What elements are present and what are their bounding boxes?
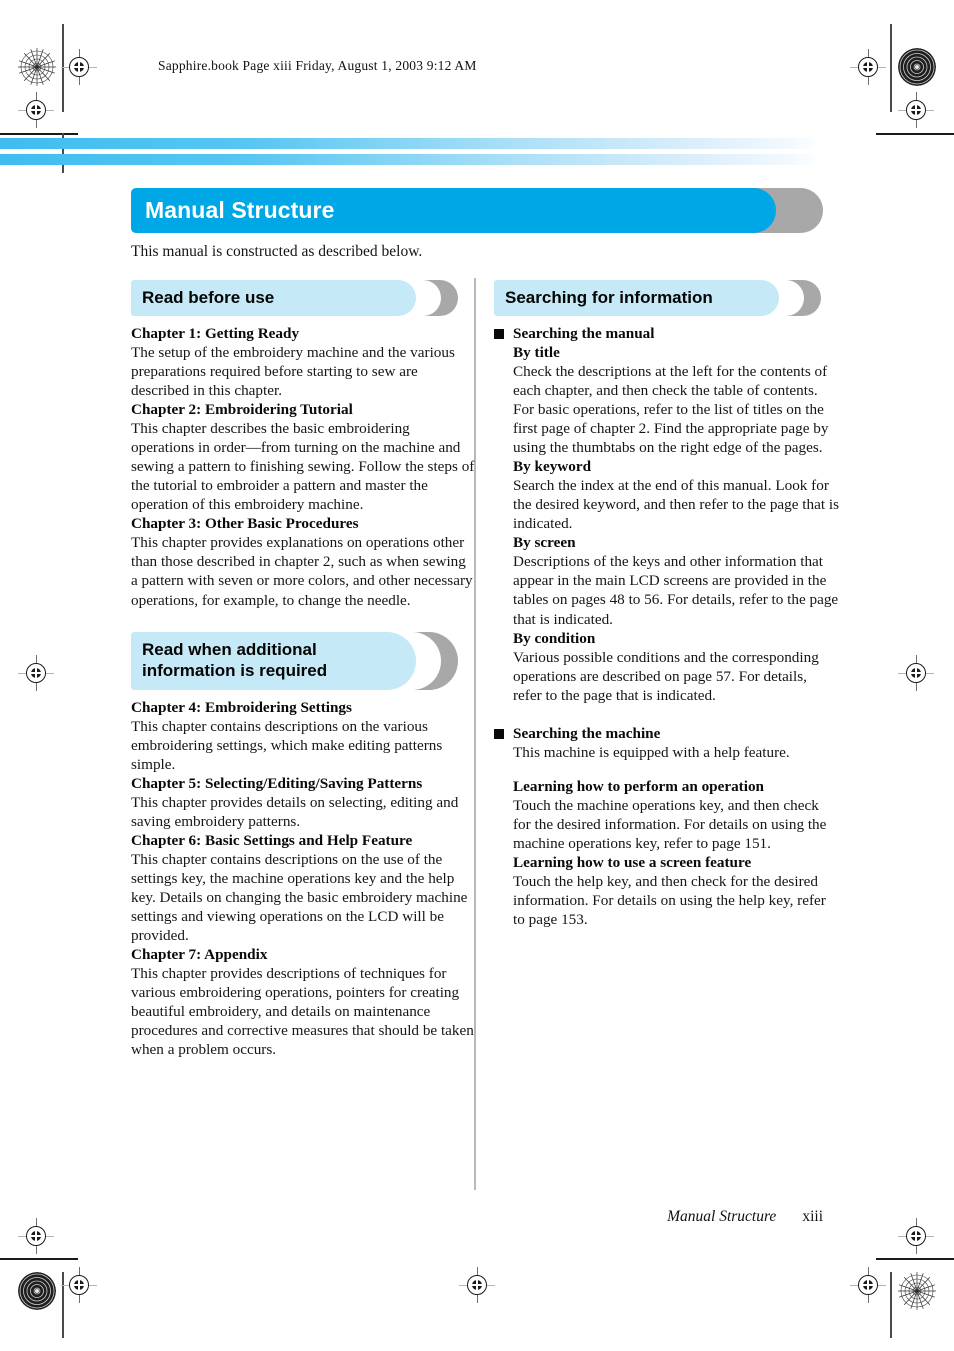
square-bullet-icon — [494, 329, 504, 339]
title-banner-bar: Manual Structure — [131, 188, 776, 233]
chapter-entry: Chapter 3: Other Basic Procedures This c… — [131, 514, 476, 609]
chapter-title: Chapter 5: Selecting/Editing/Saving Patt… — [131, 774, 423, 792]
crop-line-top-left — [0, 133, 78, 135]
intro-text: This manual is constructed as described … — [131, 243, 423, 260]
search-method-body-extra: For basic operations, refer to the list … — [513, 401, 829, 457]
search-method-title: By condition — [513, 629, 596, 647]
section-header-label: Read before use — [142, 287, 275, 307]
chapter-title: Chapter 6: Basic Settings and Help Featu… — [131, 831, 413, 849]
group-heading-label: Searching the machine — [513, 724, 661, 742]
page-footer: Manual Structure xiii — [131, 1208, 823, 1226]
chapter-body: The setup of the embroidery machine and … — [131, 344, 455, 400]
section-header-label: Read when additional information is requ… — [142, 640, 327, 681]
search-method-body: Various possible conditions and the corr… — [513, 648, 819, 704]
color-rosette-bottom-left — [18, 1272, 56, 1310]
search-method-entry: By title Check the descriptions at the l… — [513, 343, 839, 457]
group-body: This machine is equipped with a help fea… — [513, 743, 839, 929]
header-stripe-lower — [0, 154, 820, 165]
trim-line-right-top — [890, 24, 892, 112]
help-feature-entry: Learning how to use a screen feature Tou… — [513, 853, 839, 929]
chapter-body: This chapter provides descriptions of te… — [131, 965, 474, 1059]
registration-mark-top-left — [61, 49, 97, 85]
crop-line-top-right — [876, 133, 954, 135]
color-rosette-bottom-right — [898, 1272, 936, 1310]
right-column: Searching for information Searching the … — [494, 280, 839, 929]
chapter-body: This chapter contains descriptions on th… — [131, 850, 468, 944]
section-header-bar: Searching for information — [494, 280, 779, 316]
registration-mark-right-upper — [898, 92, 934, 128]
page-title: Manual Structure — [145, 197, 335, 223]
group-lead-text: This machine is equipped with a help fea… — [513, 743, 790, 761]
crop-line-bottom-right — [876, 1258, 954, 1260]
help-feature-body: Touch the help key, and then check for t… — [513, 872, 826, 928]
search-method-title: By keyword — [513, 458, 592, 476]
section-header-label-line1: Read when additional — [142, 639, 317, 659]
help-feature-entry: Learning how to perform an operation Tou… — [513, 777, 839, 853]
registration-mark-bottom-center — [459, 1267, 495, 1303]
section-header-label-line2: information is required — [142, 660, 328, 680]
chapter-entry: Chapter 5: Selecting/Editing/Saving Patt… — [131, 774, 476, 831]
chapter-body: This chapter describes the basic embroid… — [131, 420, 475, 514]
page-canvas: Sapphire.book Page xiii Friday, August 1… — [0, 0, 954, 1351]
help-feature-title: Learning how to use a screen feature — [513, 853, 752, 871]
footer-section-name: Manual Structure — [667, 1208, 777, 1225]
registration-mark-bottom-left — [61, 1267, 97, 1303]
search-method-body: Descriptions of the keys and other infor… — [513, 553, 839, 628]
search-method-title: By title — [513, 344, 560, 361]
search-method-entry: By keyword Search the index at the end o… — [513, 457, 839, 533]
search-method-entry: By screen Descriptions of the keys and o… — [513, 533, 839, 628]
color-rosette-top-right — [898, 48, 936, 86]
section-header-bar: Read before use — [131, 280, 416, 316]
chapter-title: Chapter 1: Getting Ready — [131, 325, 300, 342]
chapter-entry: Chapter 7: Appendix This chapter provide… — [131, 945, 476, 1059]
header-stripe-upper — [0, 138, 820, 149]
group-heading-label: Searching the manual — [513, 325, 655, 342]
section-header-searching-for-information: Searching for information — [494, 280, 839, 316]
group-body: By title Check the descriptions at the l… — [513, 343, 839, 705]
section-header-label: Searching for information — [505, 287, 713, 307]
page-title-banner: Manual Structure — [131, 188, 823, 233]
registration-mark-top-right — [850, 49, 886, 85]
group-heading-searching-the-manual: Searching the manual — [494, 324, 839, 343]
search-method-title: By screen — [513, 534, 576, 552]
section-header-bar: Read when additional information is requ… — [131, 631, 416, 690]
chapter-entry: Chapter 6: Basic Settings and Help Featu… — [131, 831, 476, 945]
help-feature-title: Learning how to perform an operation — [513, 777, 765, 795]
trim-line-right-bottom — [890, 1272, 892, 1338]
registration-mark-right-lower — [898, 1218, 934, 1254]
chapter-title: Chapter 3: Other Basic Procedures — [131, 515, 359, 533]
search-method-body: Check the descriptions at the left for t… — [513, 363, 828, 400]
help-feature-body: Touch the machine operations key, and th… — [513, 796, 827, 852]
chapter-entry: Chapter 1: Getting Ready The setup of th… — [131, 324, 476, 400]
running-header: Sapphire.book Page xiii Friday, August 1… — [158, 58, 477, 73]
footer-page-number: xiii — [802, 1208, 823, 1225]
chapter-entry: Chapter 4: Embroidering Settings This ch… — [131, 698, 476, 774]
registration-mark-left-middle — [18, 655, 54, 691]
registration-mark-bottom-right — [850, 1267, 886, 1303]
registration-mark-left-upper — [18, 92, 54, 128]
chapter-body: This chapter provides explanations on op… — [131, 534, 473, 609]
crop-line-bottom-left — [0, 1258, 78, 1260]
group-heading-searching-the-machine: Searching the machine — [494, 724, 839, 743]
section-header-read-before-use: Read before use — [131, 280, 476, 316]
chapter-body: This chapter provides details on selecti… — [131, 793, 459, 830]
color-rosette-top-left — [18, 48, 56, 86]
square-bullet-icon — [494, 728, 504, 739]
left-column: Read before use Chapter 1: Getting Ready… — [131, 280, 476, 1059]
chapter-body: This chapter contains descriptions on th… — [131, 717, 443, 773]
chapter-title: Chapter 2: Embroidering Tutorial — [131, 401, 353, 419]
chapter-title: Chapter 7: Appendix — [131, 946, 268, 964]
chapter-entry: Chapter 2: Embroidering Tutorial This ch… — [131, 400, 476, 514]
section-header-read-when-additional: Read when additional information is requ… — [131, 631, 476, 690]
registration-mark-left-lower — [18, 1218, 54, 1254]
registration-mark-right-middle — [898, 655, 934, 691]
search-method-entry: By condition Various possible conditions… — [513, 629, 839, 705]
chapter-title: Chapter 4: Embroidering Settings — [131, 698, 352, 716]
search-method-body: Search the index at the end of this manu… — [513, 477, 839, 533]
